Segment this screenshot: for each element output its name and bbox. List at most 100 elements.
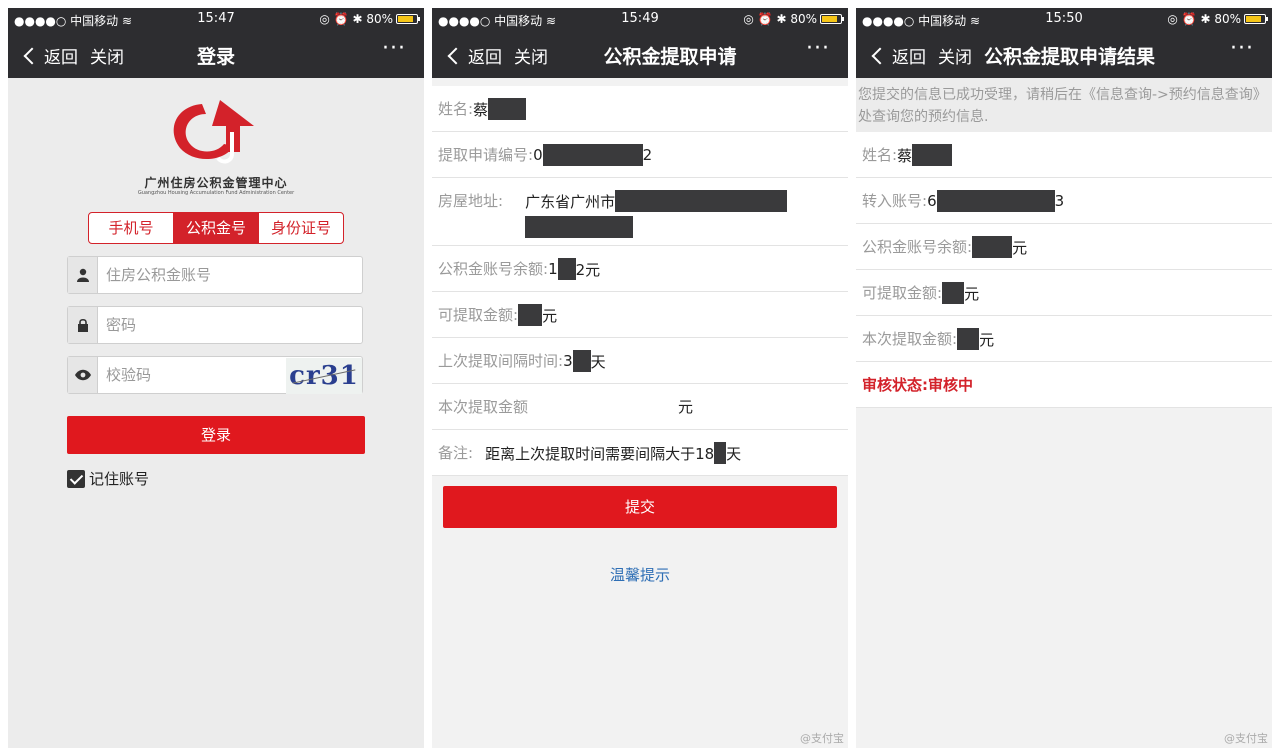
user-icon	[68, 257, 98, 293]
alarm-icon: ⏰	[1181, 12, 1197, 26]
page-title: 公积金提取申请结果	[984, 46, 1156, 68]
tab-id-card[interactable]: 身份证号	[259, 213, 343, 243]
account-field	[67, 256, 363, 294]
current-amount-value: 元	[957, 328, 994, 350]
battery-icon	[820, 14, 844, 24]
password-input[interactable]	[98, 307, 362, 343]
status-right: ◎ ⏰ ✱ 80%	[743, 12, 844, 26]
watermark: @支付宝	[800, 732, 844, 745]
redaction-mask	[488, 98, 527, 120]
interval-row: 上次提取间隔时间: 3天	[432, 338, 848, 384]
remember-label: 记住账号	[89, 470, 150, 488]
account-value: 63	[927, 190, 1065, 212]
status-bar: ●●●●○ 中国移动 ≋ 15:49 ◎ ⏰ ✱ 80%	[432, 8, 848, 30]
back-label: 返回	[892, 48, 926, 68]
interval-label: 上次提取间隔时间:	[438, 352, 564, 370]
login-type-tabs: 手机号 公积金号 身份证号	[88, 212, 344, 244]
name-value: 蔡	[473, 98, 527, 120]
balance-label: 公积金账号余额:	[438, 260, 549, 278]
remark-label: 备注:	[438, 444, 474, 462]
back-button[interactable]: 返回 关闭	[22, 43, 124, 68]
tab-fund-number[interactable]: 公积金号	[174, 213, 259, 243]
amount-label: 本次提取金额	[438, 398, 529, 416]
name-value: 蔡	[897, 144, 953, 166]
address-value: 广东省广州市	[525, 190, 788, 238]
nav-bar: 返回 关闭 公积金提取申请 ···	[432, 30, 848, 78]
redaction-mask	[557, 258, 576, 280]
battery-percent: 80%	[790, 12, 817, 26]
redaction-mask	[518, 304, 543, 326]
back-label: 返回	[44, 48, 78, 68]
status-badge: 审核中	[928, 376, 974, 394]
review-status-label: 审核状态:	[862, 376, 928, 394]
status-right: ◎ ⏰ ✱ 80%	[319, 12, 420, 26]
watermark: @支付宝	[1224, 732, 1268, 745]
more-icon[interactable]: ···	[382, 36, 406, 61]
amount-input[interactable]: 元	[678, 396, 693, 417]
bluetooth-icon: ✱	[776, 12, 787, 26]
current-amount-row: 本次提取金额: 元	[856, 316, 1272, 362]
eye-icon	[68, 357, 98, 393]
application-number-row: 提取申请编号: 02	[432, 132, 848, 178]
address-label: 房屋地址:	[438, 192, 504, 210]
interval-value: 3天	[563, 350, 606, 372]
login-screen: ●●●●○ 中国移动 ≋ 15:47 ◎ ⏰ ✱ 80% 返回 关闭 登录 ···…	[8, 8, 424, 748]
back-button[interactable]: 返回 关闭	[870, 43, 972, 68]
redaction-mask	[525, 216, 634, 238]
location-icon: ◎	[1167, 12, 1178, 26]
name-row: 姓名: 蔡	[432, 86, 848, 132]
alarm-icon: ⏰	[757, 12, 773, 26]
chevron-left-icon	[447, 47, 465, 64]
logo-icon	[173, 100, 254, 164]
close-button[interactable]: 关闭	[938, 43, 972, 68]
chevron-left-icon	[871, 47, 889, 64]
login-button[interactable]: 登录	[67, 416, 365, 454]
name-row: 姓名: 蔡	[856, 132, 1272, 178]
captcha-field: cr31	[67, 356, 363, 394]
balance-row: 公积金账号余额: 元	[856, 224, 1272, 270]
location-icon: ◎	[743, 12, 754, 26]
redaction-mask	[957, 328, 980, 350]
org-name: 广州住房公积金管理中心	[144, 176, 288, 190]
balance-value: 元	[972, 236, 1027, 258]
amount-row[interactable]: 本次提取金额 元	[432, 384, 848, 430]
redaction-mask	[615, 190, 788, 212]
more-icon[interactable]: ···	[806, 36, 830, 61]
close-button[interactable]: 关闭	[90, 43, 124, 68]
status-bar: ●●●●○ 中国移动 ≋ 15:50 ◎ ⏰ ✱ 80%	[856, 8, 1272, 30]
logo: 广州住房公积金管理中心 Guangzhou Housing Accumulati…	[8, 96, 424, 196]
redaction-mask	[714, 442, 727, 464]
balance-label: 公积金账号余额:	[862, 238, 973, 256]
withdrawable-value: 元	[942, 282, 979, 304]
remember-checkbox[interactable]	[67, 469, 85, 488]
captcha-image[interactable]: cr31	[286, 358, 362, 394]
bluetooth-icon: ✱	[1200, 12, 1211, 26]
withdrawable-row: 可提取金额: 元	[432, 292, 848, 338]
nav-bar: 返回 关闭 公积金提取申请结果 ···	[856, 30, 1272, 78]
chevron-left-icon	[23, 47, 41, 64]
close-button[interactable]: 关闭	[514, 43, 548, 68]
remember-account[interactable]: 记住账号	[67, 468, 149, 489]
submit-button[interactable]: 提交	[443, 486, 837, 528]
application-number-label: 提取申请编号:	[438, 146, 534, 164]
tab-phone[interactable]: 手机号	[89, 213, 174, 243]
result-details: 您提交的信息已成功受理，请稍后在《信息查询->预约信息查询》处查询您的预约信息.…	[856, 78, 1272, 408]
account-input[interactable]	[98, 257, 362, 293]
back-label: 返回	[468, 48, 502, 68]
back-button[interactable]: 返回 关闭	[446, 43, 548, 68]
address-row: 房屋地址: 广东省广州市	[432, 178, 848, 246]
redaction-mask	[542, 144, 643, 166]
more-icon[interactable]: ···	[1230, 36, 1254, 61]
name-label: 姓名:	[438, 100, 474, 118]
balance-value: 1 2元	[548, 258, 601, 280]
location-icon: ◎	[319, 12, 330, 26]
tips-link[interactable]: 温馨提示	[432, 564, 848, 585]
status-bar: ●●●●○ 中国移动 ≋ 15:47 ◎ ⏰ ✱ 80%	[8, 8, 424, 30]
remark-value: 距离上次提取时间需要间隔大于18 天	[485, 442, 741, 464]
alarm-icon: ⏰	[333, 12, 349, 26]
redaction-mask	[942, 282, 965, 304]
name-label: 姓名:	[862, 146, 898, 164]
apply-form: 姓名: 蔡 提取申请编号: 02 房屋地址: 广东省广州市 公积金账号余额: 1…	[432, 86, 848, 476]
battery-icon	[1244, 14, 1268, 24]
withdrawable-row: 可提取金额: 元	[856, 270, 1272, 316]
